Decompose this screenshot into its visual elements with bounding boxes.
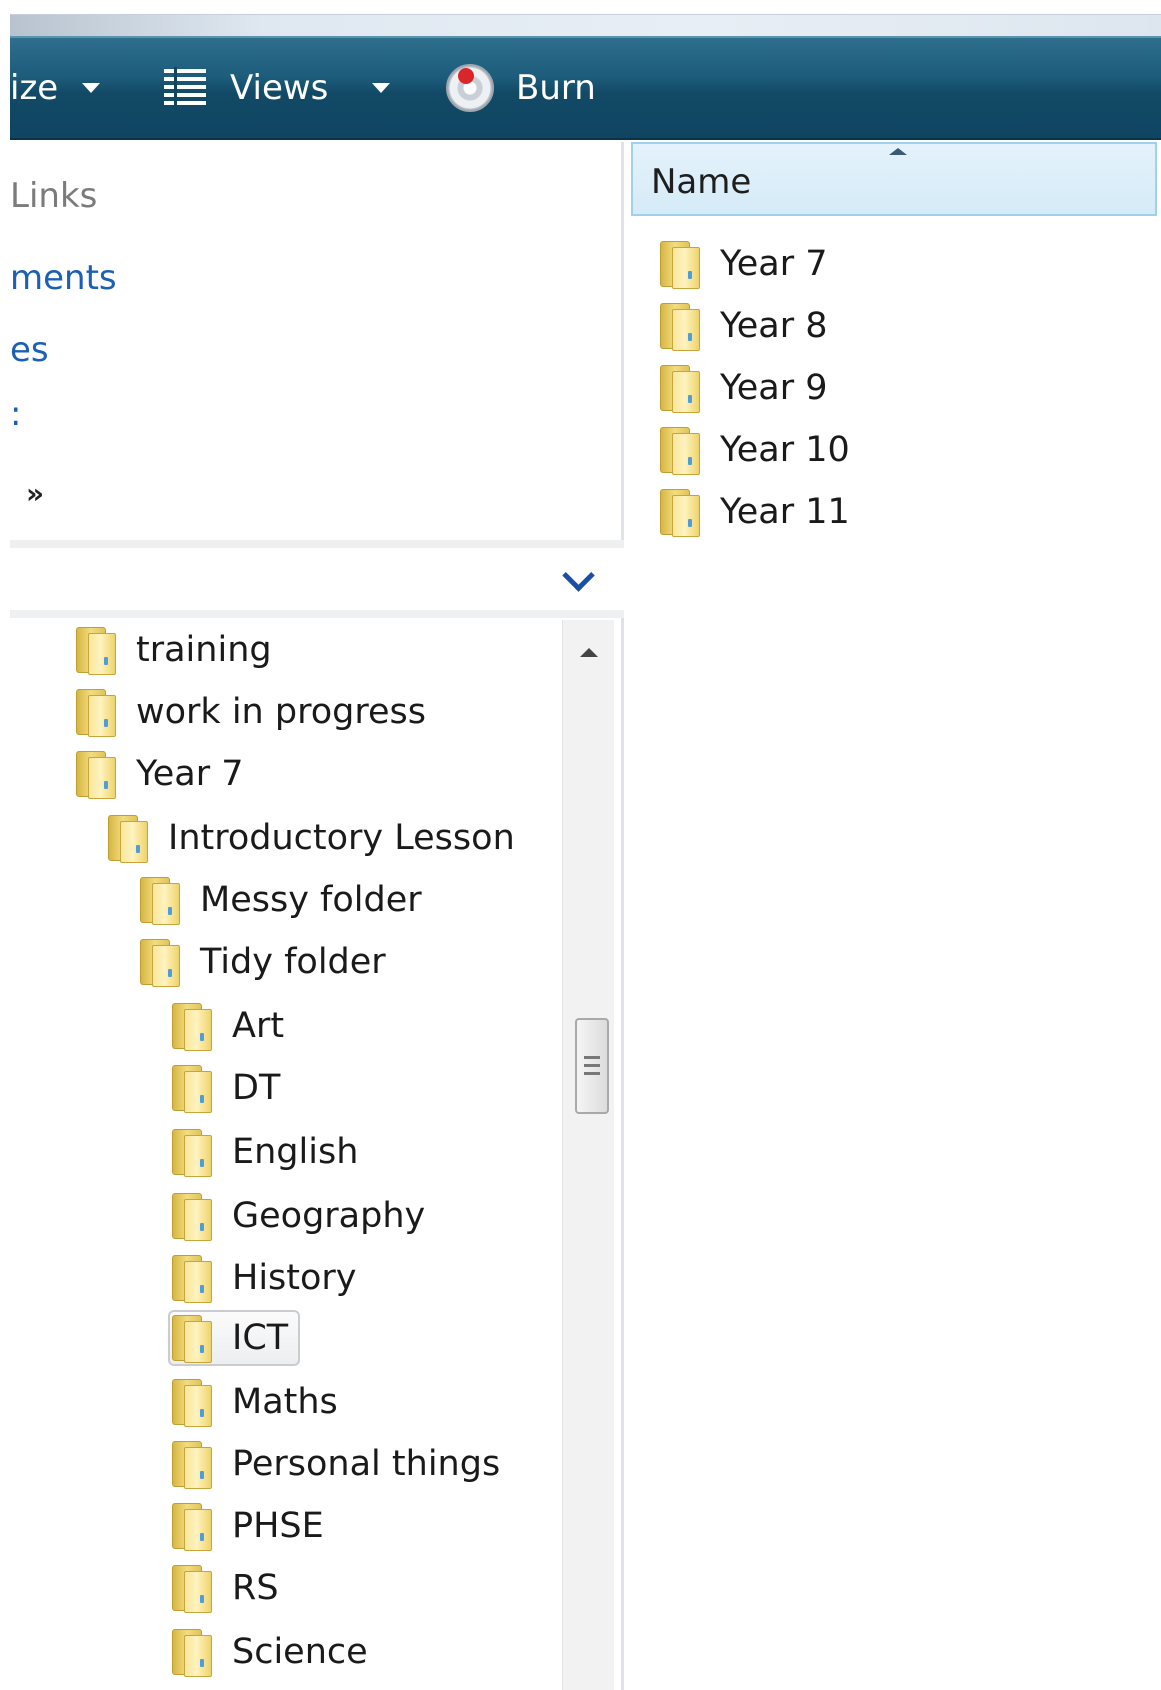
file-list-pane: Name Year 7 Year 8 Year 9 Year 10 Year 11 (628, 142, 1161, 1690)
favorite-link-documents[interactable]: ments (10, 258, 117, 298)
favorite-link-other[interactable]: : (10, 394, 21, 434)
tree-folder-label: Messy folder (200, 880, 422, 920)
file-list-item[interactable]: Year 10 (658, 422, 850, 478)
views-label: Views (230, 68, 329, 108)
tree-folder-label: English (232, 1132, 359, 1172)
navigation-pane: Links ments es : » training work in progr… (10, 142, 624, 1690)
views-icon (164, 67, 206, 109)
favorite-link-pictures[interactable]: es (10, 330, 49, 370)
folder-icon (74, 625, 118, 675)
tree-folder-item[interactable]: Maths (170, 1374, 338, 1430)
sort-ascending-icon (889, 148, 907, 155)
file-name-label: Year 8 (720, 306, 828, 346)
tree-folder-item[interactable]: Year 7 (74, 746, 244, 802)
folder-icon (170, 1501, 214, 1551)
tree-folder-label: Geography (232, 1196, 426, 1236)
tree-folder-label: ICT (232, 1318, 289, 1358)
folder-icon (170, 1313, 214, 1363)
file-name-label: Year 10 (720, 430, 850, 470)
tree-folder-item[interactable]: Introductory Lesson (106, 810, 515, 866)
folder-icon (658, 363, 702, 413)
folder-tree: training work in progress Year 7 Introducto… (10, 620, 562, 1690)
more-links-button[interactable]: » (26, 477, 44, 510)
file-name-label: Year 9 (720, 368, 828, 408)
tree-folder-item[interactable]: training (74, 622, 272, 678)
tree-folder-item[interactable]: Tidy folder (138, 934, 386, 990)
tree-folder-item[interactable]: work in progress (74, 684, 426, 740)
file-name-label: Year 11 (720, 492, 850, 532)
file-list-item[interactable]: Year 11 (658, 484, 850, 540)
tree-folder-item[interactable]: ICT (168, 1310, 301, 1366)
folder-icon (170, 1377, 214, 1427)
folder-icon (658, 301, 702, 351)
folder-icon (170, 1191, 214, 1241)
file-list-item[interactable]: Year 8 (658, 298, 828, 354)
tree-folder-item[interactable]: RS (170, 1560, 279, 1616)
name-column-label: Name (651, 162, 752, 202)
folder-icon (170, 1627, 214, 1677)
file-name-label: Year 7 (720, 244, 828, 284)
organize-dropdown-arrow-icon (82, 83, 101, 93)
favorite-links-label: Links (10, 176, 98, 216)
tree-folder-item[interactable]: English (170, 1124, 358, 1180)
tree-folder-label: training (136, 630, 272, 670)
folder-icon (170, 1253, 214, 1303)
tree-folder-label: PHSE (232, 1506, 324, 1546)
tree-folder-label: Tidy folder (200, 942, 386, 982)
tree-folder-label: RS (232, 1568, 279, 1608)
tree-folder-label: work in progress (136, 692, 426, 732)
tree-folder-item[interactable]: Science (170, 1624, 368, 1680)
tree-folder-label: Personal things (232, 1444, 501, 1484)
burn-disc-icon (446, 64, 494, 112)
folder-icon (74, 687, 118, 737)
left-crop-edge (0, 0, 10, 1690)
folder-icon (138, 937, 182, 987)
folder-icon (170, 1063, 214, 1113)
folder-icon (170, 1563, 214, 1613)
folder-icon (106, 813, 150, 863)
command-bar: ize Views Burn (10, 36, 1161, 140)
scroll-thumb[interactable] (575, 1018, 609, 1114)
tree-folder-label: History (232, 1258, 357, 1298)
tree-folder-item[interactable]: DT (170, 1060, 280, 1116)
title-glass (10, 14, 1161, 36)
folder-icon (658, 425, 702, 475)
tree-folder-label: Introductory Lesson (168, 818, 515, 858)
organize-label: ize (10, 68, 59, 108)
file-list-item[interactable]: Year 7 (658, 236, 828, 292)
folder-icon (170, 1439, 214, 1489)
tree-folder-item[interactable]: History (170, 1250, 357, 1306)
folder-icon (74, 749, 118, 799)
burn-button[interactable]: Burn (446, 64, 596, 112)
tree-folder-label: Year 7 (136, 754, 244, 794)
tree-folder-label: Art (232, 1006, 285, 1046)
tree-scrollbar[interactable] (562, 620, 614, 1690)
organize-button[interactable]: ize (10, 64, 101, 112)
views-button[interactable]: Views (164, 64, 391, 112)
tree-folder-item[interactable]: Geography (170, 1188, 425, 1244)
folder-icon (138, 875, 182, 925)
tree-folder-item[interactable]: Art (170, 998, 284, 1054)
chevron-down-icon[interactable] (564, 564, 590, 590)
tree-folder-item[interactable]: Personal things (170, 1436, 500, 1492)
name-column-header[interactable]: Name (631, 142, 1157, 216)
views-dropdown-arrow-icon (372, 83, 391, 93)
folder-icon (170, 1001, 214, 1051)
burn-label: Burn (516, 68, 596, 108)
tree-folder-label: DT (232, 1068, 281, 1108)
folders-header[interactable] (10, 540, 624, 618)
tree-folder-label: Science (232, 1632, 368, 1672)
scroll-up-arrow-icon[interactable] (580, 648, 598, 657)
folder-icon (658, 239, 702, 289)
folder-icon (658, 487, 702, 537)
tree-folder-item[interactable]: PHSE (170, 1498, 324, 1554)
window-title-strip (0, 0, 1161, 36)
file-list-item[interactable]: Year 9 (658, 360, 828, 416)
tree-folder-item[interactable]: Messy folder (138, 872, 422, 928)
tree-folder-label: Maths (232, 1382, 338, 1422)
folder-icon (170, 1127, 214, 1177)
